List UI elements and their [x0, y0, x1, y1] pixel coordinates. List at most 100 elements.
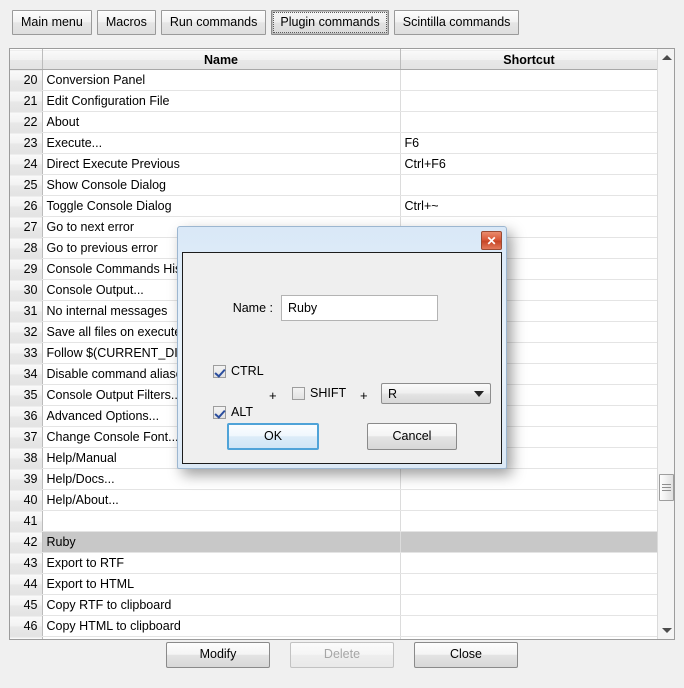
- shift-label: SHIFT: [310, 386, 347, 400]
- row-index-cell: 41: [10, 510, 43, 532]
- row-name-cell: Show Console Dialog: [42, 174, 401, 196]
- row-name-cell: Copy HTML to clipboard: [42, 615, 401, 637]
- tab-plugin-commands[interactable]: Plugin commands: [271, 10, 389, 35]
- tab-macros[interactable]: Macros: [96, 10, 156, 35]
- dialog-ok-button[interactable]: OK: [227, 423, 319, 450]
- table-row[interactable]: 40 Help/About...: [10, 489, 659, 511]
- row-index-cell: 31: [10, 300, 43, 322]
- close-icon[interactable]: ✕: [481, 231, 502, 250]
- table-row[interactable]: 43 Export to RTF: [10, 552, 659, 574]
- row-index-cell: 46: [10, 615, 43, 637]
- row-index-cell: 21: [10, 90, 43, 112]
- dialog-title-bar[interactable]: ✕: [181, 230, 503, 254]
- modify-button[interactable]: Modify: [166, 642, 270, 668]
- table-row[interactable]: 22 About: [10, 111, 659, 133]
- shortcut-edit-dialog: ✕ Name : Ruby CTRL ALT + SHIFT + R OK Ca…: [177, 226, 507, 469]
- row-index-cell: 39: [10, 468, 43, 490]
- row-name-cell: Copy RTF to clipboard: [42, 594, 401, 616]
- dialog-cancel-button[interactable]: Cancel: [367, 423, 457, 450]
- row-name-cell: Edit Configuration File: [42, 90, 401, 112]
- delete-button: Delete: [290, 642, 394, 668]
- scrollbar-grip-icon: [662, 482, 671, 493]
- scrollbar-thumb[interactable]: [659, 474, 674, 501]
- row-name-cell: Ruby: [42, 531, 401, 553]
- name-label: Name :: [232, 301, 273, 315]
- tab-bar: Main menu Macros Run commands Plugin com…: [12, 10, 520, 35]
- row-index-cell: 28: [10, 237, 43, 259]
- row-index-cell: 38: [10, 447, 43, 469]
- table-row[interactable]: [10, 636, 659, 639]
- row-shortcut-cell: [400, 111, 659, 133]
- table-vertical-scrollbar[interactable]: [657, 49, 674, 639]
- key-select[interactable]: R: [381, 383, 491, 404]
- table-row[interactable]: 42 Ruby: [10, 531, 659, 553]
- close-button[interactable]: Close: [414, 642, 518, 668]
- dialog-body: Name : Ruby CTRL ALT + SHIFT + R OK Canc…: [182, 252, 502, 464]
- row-shortcut-cell: [400, 489, 659, 511]
- row-shortcut-cell: [400, 174, 659, 196]
- alt-checkbox[interactable]: ALT: [213, 405, 253, 419]
- row-shortcut-cell: [400, 90, 659, 112]
- row-shortcut-cell: [400, 552, 659, 574]
- row-index-cell: [10, 636, 43, 639]
- row-index-cell: 23: [10, 132, 43, 154]
- table-row[interactable]: 26 Toggle Console Dialog Ctrl+~: [10, 195, 659, 217]
- ctrl-checkbox[interactable]: CTRL: [213, 364, 264, 378]
- row-index-cell: 32: [10, 321, 43, 343]
- row-shortcut-cell: [400, 468, 659, 490]
- table-row[interactable]: 45 Copy RTF to clipboard: [10, 594, 659, 616]
- tab-main-menu[interactable]: Main menu: [12, 10, 92, 35]
- row-shortcut-cell: [400, 69, 659, 91]
- row-index-cell: 44: [10, 573, 43, 595]
- row-shortcut-cell: [400, 636, 659, 639]
- table-row[interactable]: 41: [10, 510, 659, 532]
- row-name-cell: Export to HTML: [42, 573, 401, 595]
- table-row[interactable]: 23 Execute... F6: [10, 132, 659, 154]
- table-row[interactable]: 20 Conversion Panel: [10, 69, 659, 91]
- row-name-cell: Execute...: [42, 132, 401, 154]
- row-name-cell: Help/About...: [42, 489, 401, 511]
- table-row[interactable]: 44 Export to HTML: [10, 573, 659, 595]
- row-shortcut-cell: [400, 615, 659, 637]
- table-row[interactable]: 46 Copy HTML to clipboard: [10, 615, 659, 637]
- row-index-cell: 20: [10, 69, 43, 91]
- shift-checkbox[interactable]: SHIFT: [292, 386, 346, 400]
- scroll-up-button[interactable]: [658, 49, 674, 66]
- row-index-cell: 43: [10, 552, 43, 574]
- column-header-shortcut[interactable]: Shortcut: [400, 49, 659, 70]
- ctrl-label: CTRL: [231, 364, 264, 378]
- tab-run-commands[interactable]: Run commands: [160, 10, 267, 35]
- row-name-cell: [42, 510, 401, 532]
- chevron-down-icon: [474, 390, 484, 397]
- triangle-up-icon: [661, 55, 672, 60]
- row-shortcut-cell: [400, 594, 659, 616]
- name-input[interactable]: Ruby: [281, 295, 438, 321]
- checkbox-checked-icon: [213, 405, 226, 419]
- footer-button-row: Modify Delete Close: [0, 642, 684, 668]
- table-row[interactable]: 39 Help/Docs...: [10, 468, 659, 490]
- row-index-cell: 36: [10, 405, 43, 427]
- row-shortcut-cell: [400, 531, 659, 553]
- table-row[interactable]: 21 Edit Configuration File: [10, 90, 659, 112]
- checkbox-unchecked-icon: [292, 386, 305, 400]
- plus-separator-1: +: [269, 388, 277, 403]
- row-name-cell: Toggle Console Dialog: [42, 195, 401, 217]
- scroll-down-button[interactable]: [658, 622, 674, 639]
- row-name-cell: Help/Docs...: [42, 468, 401, 490]
- row-index-cell: 30: [10, 279, 43, 301]
- row-index-cell: 24: [10, 153, 43, 175]
- tab-scintilla-commands[interactable]: Scintilla commands: [393, 10, 520, 35]
- table-row[interactable]: 25 Show Console Dialog: [10, 174, 659, 196]
- row-index-cell: 45: [10, 594, 43, 616]
- column-header-index[interactable]: [10, 49, 43, 70]
- table-row[interactable]: 24 Direct Execute Previous Ctrl+F6: [10, 153, 659, 175]
- row-index-cell: 29: [10, 258, 43, 280]
- row-index-cell: 37: [10, 426, 43, 448]
- column-header-name[interactable]: Name: [42, 49, 401, 70]
- row-shortcut-cell: Ctrl+F6: [400, 153, 659, 175]
- dialog-button-row: OK Cancel: [183, 423, 501, 450]
- row-index-cell: 35: [10, 384, 43, 406]
- row-index-cell: 27: [10, 216, 43, 238]
- table-header-row: Name Shortcut: [10, 49, 659, 70]
- key-select-value: R: [388, 386, 398, 401]
